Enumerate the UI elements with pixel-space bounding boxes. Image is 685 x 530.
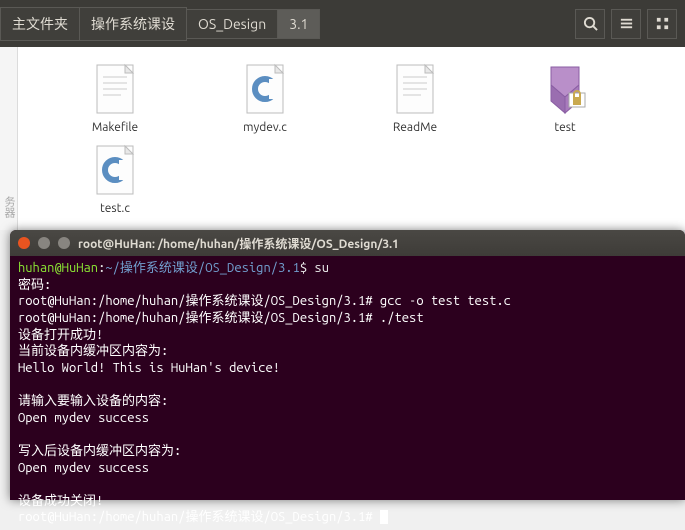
output-open1: Open mydev success xyxy=(18,411,149,425)
file-test[interactable]: test xyxy=(528,61,602,134)
prompt-path: ~/操作系统课设/OS_Design/3.1 xyxy=(105,261,299,275)
output-root3: root@HuHan:/home/huhan/操作系统课设/OS_Design/… xyxy=(18,510,380,524)
file-icon-grid[interactable]: Makefile mydev.c ReadMe test test.c xyxy=(18,47,685,230)
output-after: 写入后设备内缓冲区内容为: xyxy=(18,444,181,458)
file-test-c[interactable]: test.c xyxy=(78,142,152,215)
file-manager-body: 务器 Makefile mydev.c ReadMe test xyxy=(0,47,685,230)
executable-lock-icon xyxy=(540,61,590,117)
window-close-button[interactable] xyxy=(18,237,30,249)
c-file-icon xyxy=(240,61,290,117)
sidebar-label-fragment: 务器 xyxy=(0,196,17,218)
window-minimize-button[interactable] xyxy=(38,237,50,249)
grid-icon xyxy=(655,16,670,31)
search-icon xyxy=(583,16,598,31)
output-cur-buf: 当前设备内缓冲区内容为: xyxy=(18,344,168,358)
file-label: ReadMe xyxy=(393,121,437,134)
file-mydev-c[interactable]: mydev.c xyxy=(228,61,302,134)
file-label: test.c xyxy=(100,202,130,215)
file-makefile[interactable]: Makefile xyxy=(78,61,152,134)
terminal-window: root@HuHan: /home/huhan/操作系统课设/OS_Design… xyxy=(10,230,685,500)
output-open2: Open mydev success xyxy=(18,461,149,475)
output-password: 密码: xyxy=(18,278,51,292)
file-manager-pathbar: 主文件夹 操作系统课设 OS_Design 3.1 xyxy=(0,0,685,47)
file-label: mydev.c xyxy=(243,121,287,134)
window-maximize-button[interactable] xyxy=(58,237,70,249)
search-button[interactable] xyxy=(575,9,605,39)
prompt-user: huhan@HuHan xyxy=(18,261,98,275)
output-root2: root@HuHan:/home/huhan/操作系统课设/OS_Design/… xyxy=(18,311,424,325)
breadcrumb-course[interactable]: 操作系统课设 xyxy=(79,7,187,41)
breadcrumb-home[interactable]: 主文件夹 xyxy=(0,7,80,41)
output-root1: root@HuHan:/home/huhan/操作系统课设/OS_Design/… xyxy=(18,294,511,308)
terminal-title: root@HuHan: /home/huhan/操作系统课设/OS_Design… xyxy=(78,235,399,252)
terminal-content[interactable]: huhan@HuHan:~/操作系统课设/OS_Design/3.1$ su 密… xyxy=(10,256,685,530)
text-file-icon xyxy=(90,61,140,117)
file-manager-sidebar[interactable]: 务器 xyxy=(0,47,18,230)
breadcrumb-31[interactable]: 3.1 xyxy=(277,9,320,39)
c-file-icon xyxy=(90,142,140,198)
list-icon xyxy=(619,16,634,31)
cursor xyxy=(380,510,388,524)
terminal-titlebar[interactable]: root@HuHan: /home/huhan/操作系统课设/OS_Design… xyxy=(10,230,685,256)
breadcrumb-osdesign[interactable]: OS_Design xyxy=(186,9,278,39)
file-label: Makefile xyxy=(92,121,138,134)
output-open-ok: 设备打开成功! xyxy=(18,328,103,342)
command-su: su xyxy=(314,261,329,275)
file-label: test xyxy=(554,121,575,134)
file-readme[interactable]: ReadMe xyxy=(378,61,452,134)
output-please: 请输入要输入设备的内容: xyxy=(18,394,168,408)
output-closed: 设备成功关闭! xyxy=(18,494,103,508)
output-hello: Hello World! This is HuHan's device! xyxy=(18,361,280,375)
grid-view-button[interactable] xyxy=(647,9,677,39)
text-file-icon xyxy=(390,61,440,117)
list-view-button[interactable] xyxy=(611,9,641,39)
